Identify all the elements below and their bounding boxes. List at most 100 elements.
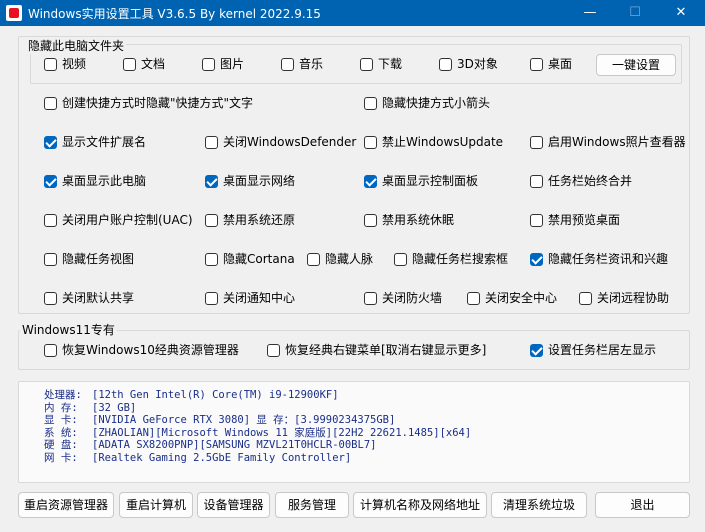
option-checkbox-label: 桌面显示控制面板: [382, 174, 479, 188]
option-checkbox-box[interactable]: [530, 136, 543, 149]
option-checkbox-label: 关闭远程协助: [597, 291, 670, 305]
folder-checkbox-label: 文档: [141, 57, 166, 71]
folder-checkbox-box[interactable]: [360, 58, 373, 71]
folder-checkbox-box[interactable]: [530, 58, 543, 71]
folder-checkbox-box[interactable]: [281, 58, 294, 71]
win11-checkbox-box[interactable]: [267, 344, 280, 357]
action-button[interactable]: 设备管理器: [197, 492, 270, 518]
option-checkbox-box[interactable]: [44, 136, 57, 149]
option-checkbox-box[interactable]: [205, 175, 218, 188]
system-info-value: [NVIDIA GeForce RTX 3080] 显 存：[3.9990234…: [92, 414, 396, 427]
system-info-row: 系 统: [ZHAOLIAN][Microsoft Windows 11 家庭版]…: [44, 427, 471, 440]
system-info-row: 内 存: [32 GB]: [44, 402, 471, 415]
folder-checkbox-box[interactable]: [44, 58, 57, 71]
option-checkbox-label: 关闭通知中心: [223, 291, 296, 305]
system-info-value: [12th Gen Intel(R) Core(TM) i9-12900KF]: [92, 389, 339, 401]
option-checkbox-label: 任务栏始终合并: [548, 174, 633, 188]
system-info-value: [Realtek Gaming 2.5GbE Family Controller…: [92, 451, 352, 464]
win11-checkbox-label: 恢复经典右键菜单[取消右键显示更多]: [285, 343, 487, 357]
option-checkbox-label: 创建快捷方式时隐藏"快捷方式"文字: [62, 96, 254, 110]
option-checkbox-box[interactable]: [579, 292, 592, 305]
option-checkbox-box[interactable]: [530, 253, 543, 266]
option-checkbox-box[interactable]: [44, 175, 57, 188]
option-checkbox-label: 显示文件扩展名: [62, 135, 147, 149]
option-checkbox-label: 关闭默认共享: [62, 291, 135, 305]
system-info-value: [32 GB]: [92, 401, 137, 414]
folder-checkbox-label: 音乐: [299, 57, 324, 71]
option-checkbox-box[interactable]: [364, 175, 377, 188]
option-checkbox-label: 禁止WindowsUpdate: [382, 135, 504, 149]
folder-checkbox-box[interactable]: [202, 58, 215, 71]
option-checkbox-box[interactable]: [44, 97, 57, 110]
option-checkbox-label: 隐藏人脉: [325, 252, 374, 266]
option-checkbox-box[interactable]: [44, 292, 57, 305]
option-checkbox-label: 隐藏任务视图: [62, 252, 135, 266]
option-checkbox-label: 禁用系统休眠: [382, 213, 455, 227]
folder-checkbox-label: 视频: [62, 57, 87, 71]
maximize-button[interactable]: ☐: [612, 0, 658, 26]
option-checkbox-label: 桌面显示网络: [223, 174, 296, 188]
title-bar[interactable]: Windows实用设置工具 V3.6.5 By kernel 2022.9.15…: [0, 0, 705, 26]
option-checkbox-box[interactable]: [205, 214, 218, 227]
system-info-row: 网 卡: [Realtek Gaming 2.5GbE Family Contro…: [44, 452, 471, 465]
action-button[interactable]: 计算机名称及网络地址: [353, 492, 487, 518]
option-checkbox-box[interactable]: [530, 175, 543, 188]
action-button[interactable]: 退出: [595, 492, 690, 518]
action-button[interactable]: 清理系统垃圾: [491, 492, 587, 518]
system-info-row: 处理器: [12th Gen Intel(R) Core(TM) i9-12900…: [44, 389, 471, 402]
action-button[interactable]: 重启资源管理器: [18, 492, 114, 518]
option-checkbox-box[interactable]: [467, 292, 480, 305]
option-checkbox-label: 隐藏快捷方式小箭头: [382, 96, 491, 110]
folder-checkbox-label: 3D对象: [457, 57, 498, 71]
system-info-label: 处理器:: [44, 389, 82, 401]
one-click-setup-button[interactable]: 一键设置: [596, 54, 676, 76]
action-button[interactable]: 重启计算机: [119, 492, 193, 518]
system-info-text: 处理器: [12th Gen Intel(R) Core(TM) i9-12900…: [44, 389, 471, 465]
option-checkbox-box[interactable]: [364, 97, 377, 110]
option-checkbox-label: 关闭WindowsDefender: [223, 135, 357, 149]
option-checkbox-label: 关闭用户账户控制(UAC): [62, 213, 193, 227]
folder-checkbox-label: 下载: [378, 57, 403, 71]
folder-checkbox-label: 桌面: [548, 57, 573, 71]
app-window: Windows实用设置工具 V3.6.5 By kernel 2022.9.15…: [0, 0, 705, 532]
folder-checkbox-box[interactable]: [439, 58, 452, 71]
option-checkbox-label: 隐藏任务栏资讯和兴趣: [548, 252, 669, 266]
folder-checkbox-label: 图片: [220, 57, 245, 71]
option-checkbox-label: 关闭防火墙: [382, 291, 443, 305]
option-checkbox-label: 禁用预览桌面: [548, 213, 621, 227]
win11-checkbox-box[interactable]: [44, 344, 57, 357]
system-info-row: 显 卡: [NVIDIA GeForce RTX 3080] 显 存：[3.999…: [44, 414, 471, 427]
system-info-value: [ZHAOLIAN][Microsoft Windows 11 家庭版][22H…: [92, 426, 472, 439]
win11-checkbox-label: 恢复Windows10经典资源管理器: [62, 343, 239, 357]
option-checkbox-box[interactable]: [364, 292, 377, 305]
system-info-label: 硬 盘:: [44, 439, 78, 452]
option-checkbox-label: 启用Windows照片查看器: [548, 135, 686, 149]
win11-label: Windows11专有: [20, 321, 117, 338]
close-button[interactable]: ✕: [658, 0, 704, 26]
system-info-label: 显 卡:: [44, 414, 78, 427]
option-checkbox-box[interactable]: [530, 214, 543, 227]
system-info-row: 硬 盘: [ADATA SX8200PNP][SAMSUNG MZVL21T0HC…: [44, 439, 471, 452]
option-checkbox-label: 桌面显示此电脑: [62, 174, 147, 188]
option-checkbox-label: 隐藏任务栏搜索框: [412, 252, 509, 266]
option-checkbox-box[interactable]: [205, 253, 218, 266]
win11-checkbox-label: 设置任务栏居左显示: [548, 343, 657, 357]
option-checkbox-box[interactable]: [394, 253, 407, 266]
option-checkbox-box[interactable]: [44, 214, 57, 227]
hide-folders-label: 隐藏此电脑文件夹: [26, 37, 127, 54]
option-checkbox-label: 禁用系统还原: [223, 213, 296, 227]
minimize-button[interactable]: —: [567, 0, 613, 26]
system-info-label: 内 存:: [44, 401, 78, 414]
option-checkbox-box[interactable]: [364, 214, 377, 227]
app-icon: [6, 5, 22, 21]
option-checkbox-box[interactable]: [44, 253, 57, 266]
win11-checkbox-box[interactable]: [530, 344, 543, 357]
option-checkbox-box[interactable]: [364, 136, 377, 149]
folder-checkbox-box[interactable]: [123, 58, 136, 71]
option-checkbox-box[interactable]: [205, 136, 218, 149]
system-info-label: 网 卡:: [44, 451, 78, 464]
action-button[interactable]: 服务管理: [275, 492, 349, 518]
system-info-value: [ADATA SX8200PNP][SAMSUNG MZVL21T0HCLR-0…: [92, 439, 377, 452]
option-checkbox-box[interactable]: [307, 253, 320, 266]
option-checkbox-box[interactable]: [205, 292, 218, 305]
